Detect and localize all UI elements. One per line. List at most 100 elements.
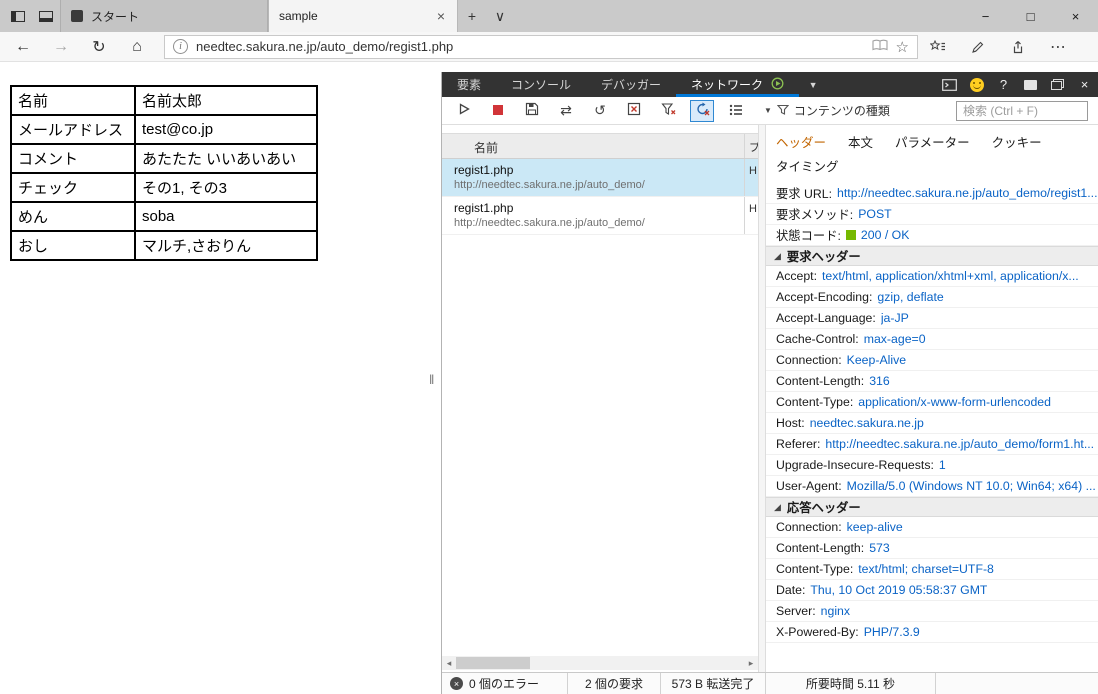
- protocol-column-header[interactable]: プ: [744, 134, 758, 158]
- help-icon[interactable]: ?: [990, 72, 1017, 97]
- undock-icon[interactable]: [1044, 72, 1071, 97]
- refresh-button[interactable]: ↻: [80, 32, 118, 62]
- header-value: text/html; charset=UTF-8: [858, 562, 994, 576]
- close-devtools-icon[interactable]: ×: [1071, 72, 1098, 97]
- clear-filter-button[interactable]: [656, 100, 680, 122]
- maximize-button[interactable]: □: [1008, 0, 1053, 32]
- start-capture-button[interactable]: [452, 100, 476, 122]
- details-tab-cookies[interactable]: クッキー: [992, 132, 1042, 151]
- tab-start[interactable]: スタート: [60, 0, 268, 32]
- devtools-tab-debugger[interactable]: デバッガー: [586, 72, 676, 97]
- header-value: text/html, application/xhtml+xml, applic…: [822, 269, 1079, 283]
- horizontal-scrollbar[interactable]: ◂ ▸: [442, 656, 758, 670]
- request-row[interactable]: regist1.php http://needtec.sakura.ne.jp/…: [442, 159, 758, 197]
- details-splitter[interactable]: [758, 125, 766, 672]
- home-button[interactable]: ⌂: [118, 32, 156, 62]
- table-row: コメント あたたた いいあいあい: [10, 143, 318, 174]
- error-circle-icon: ×: [450, 677, 463, 690]
- header-row: 要求メソッド: POST: [766, 204, 1098, 225]
- details-tabs: ヘッダー 本文 パラメーター クッキー タイミング: [766, 125, 1098, 175]
- header-label: X-Powered-By:: [776, 625, 859, 639]
- details-tab-parameters[interactable]: パラメーター: [895, 132, 970, 151]
- devtools-window-buttons: ? ×: [936, 72, 1098, 97]
- content-type-filter[interactable]: ▼ コンテンツの種類: [764, 102, 890, 119]
- column-details-button[interactable]: [724, 100, 748, 122]
- reading-view-icon[interactable]: [871, 38, 888, 56]
- header-label: Server:: [776, 604, 816, 618]
- more-tools-chevron-icon[interactable]: ▼: [799, 72, 827, 97]
- devtools-panel: 要素 コンソール デバッガー ネットワーク ▼ ? × ⇄ ↺ ▼ コンテンツの…: [441, 72, 1098, 694]
- dock-bottom-icon[interactable]: [1017, 72, 1044, 97]
- header-label: Upgrade-Insecure-Requests:: [776, 458, 934, 472]
- network-search-input[interactable]: [956, 100, 1088, 121]
- details-tab-body[interactable]: 本文: [848, 132, 873, 151]
- import-export-button[interactable]: ⇄: [554, 100, 578, 122]
- row-label: めん: [10, 201, 136, 232]
- feedback-smiley-icon[interactable]: [963, 72, 990, 97]
- header-label: Content-Type:: [776, 395, 854, 409]
- devtools-tab-elements[interactable]: 要素: [442, 72, 496, 97]
- tabs-preview-button[interactable]: [32, 0, 60, 32]
- table-row: チェック その1, その3: [10, 172, 318, 203]
- close-window-button[interactable]: ×: [1053, 0, 1098, 32]
- address-toolbar: ← → ↻ ⌂ i needtec.sakura.ne.jp/auto_demo…: [0, 32, 1098, 62]
- header-value: Mozilla/5.0 (Windows NT 10.0; Win64; x64…: [846, 479, 1096, 493]
- clear-session-button[interactable]: [622, 100, 646, 122]
- header-label: 要求 URL:: [776, 187, 833, 201]
- minimize-button[interactable]: −: [963, 0, 1008, 32]
- browser-window: スタート sample × + ∨ − □ × ← → ↻ ⌂ i needte…: [0, 0, 1098, 694]
- open-console-drawer-icon[interactable]: [936, 72, 963, 97]
- tab-sample[interactable]: sample ×: [268, 0, 458, 32]
- response-headers-section[interactable]: ◢ 応答ヘッダー: [766, 497, 1098, 517]
- error-count[interactable]: × 0 個のエラー: [442, 673, 568, 694]
- forward-button[interactable]: →: [42, 32, 80, 62]
- header-value: PHP/7.3.9: [863, 625, 920, 639]
- clear-on-navigate-toggle[interactable]: [690, 99, 714, 122]
- refresh-settings-button[interactable]: ↺: [588, 100, 612, 122]
- details-tab-headers[interactable]: ヘッダー: [776, 132, 826, 151]
- devtools-tab-console[interactable]: コンソール: [496, 72, 586, 97]
- list-icon: [729, 103, 743, 119]
- devtools-tab-label: 要素: [457, 78, 482, 92]
- save-icon: [525, 102, 539, 119]
- details-tab-timing[interactable]: タイミング: [776, 160, 839, 174]
- table-row: おし マルチ,さおりん: [10, 230, 318, 261]
- back-button[interactable]: ←: [4, 32, 42, 62]
- header-row: Content-Length: 573: [766, 538, 1098, 559]
- name-column-header[interactable]: 名前: [474, 139, 498, 156]
- header-label: Content-Type:: [776, 562, 854, 576]
- row-value: test@co.jp: [134, 114, 318, 145]
- request-protocol: H: [744, 159, 758, 196]
- stop-capture-button[interactable]: [486, 100, 510, 122]
- new-tab-button[interactable]: +: [458, 0, 486, 32]
- header-label: Date:: [776, 583, 806, 597]
- export-har-button[interactable]: [520, 100, 544, 122]
- close-tab-icon[interactable]: ×: [435, 8, 447, 24]
- hub-favorites-icon[interactable]: [918, 32, 958, 62]
- address-input[interactable]: i needtec.sakura.ne.jp/auto_demo/regist1…: [164, 34, 918, 59]
- scroll-left-icon[interactable]: ◂: [442, 658, 456, 669]
- request-headers-section[interactable]: ◢ 要求ヘッダー: [766, 246, 1098, 266]
- add-favorite-icon[interactable]: ☆: [896, 38, 909, 56]
- header-value: ja-JP: [880, 311, 909, 325]
- statusbar-filler: [936, 673, 1098, 694]
- network-main: 名前 プ regist1.php http://needtec.sakura.n…: [442, 125, 1098, 672]
- scrollbar-thumb[interactable]: [456, 657, 530, 669]
- web-note-pen-icon[interactable]: [958, 32, 998, 62]
- share-icon[interactable]: [998, 32, 1038, 62]
- header-value: 573: [869, 541, 890, 555]
- row-value: マルチ,さおりん: [134, 230, 318, 261]
- more-options-icon[interactable]: ⋯: [1038, 32, 1078, 62]
- devtools-tab-label: ネットワーク: [691, 78, 764, 92]
- header-row: Host: needtec.sakura.ne.jp: [766, 413, 1098, 434]
- scroll-right-icon[interactable]: ▸: [744, 658, 758, 669]
- request-row[interactable]: regist1.php http://needtec.sakura.ne.jp/…: [442, 197, 758, 235]
- set-tabs-aside-button[interactable]: [4, 0, 32, 32]
- page-info-icon[interactable]: i: [173, 39, 188, 54]
- tab-list-chevron-icon[interactable]: ∨: [486, 0, 514, 32]
- devtools-tab-network[interactable]: ネットワーク: [676, 72, 799, 97]
- header-value: keep-alive: [846, 520, 903, 534]
- devtools-splitter-handle[interactable]: ‖: [429, 372, 434, 387]
- section-title: 要求ヘッダー: [786, 250, 861, 264]
- request-list-header[interactable]: 名前 プ: [442, 133, 758, 159]
